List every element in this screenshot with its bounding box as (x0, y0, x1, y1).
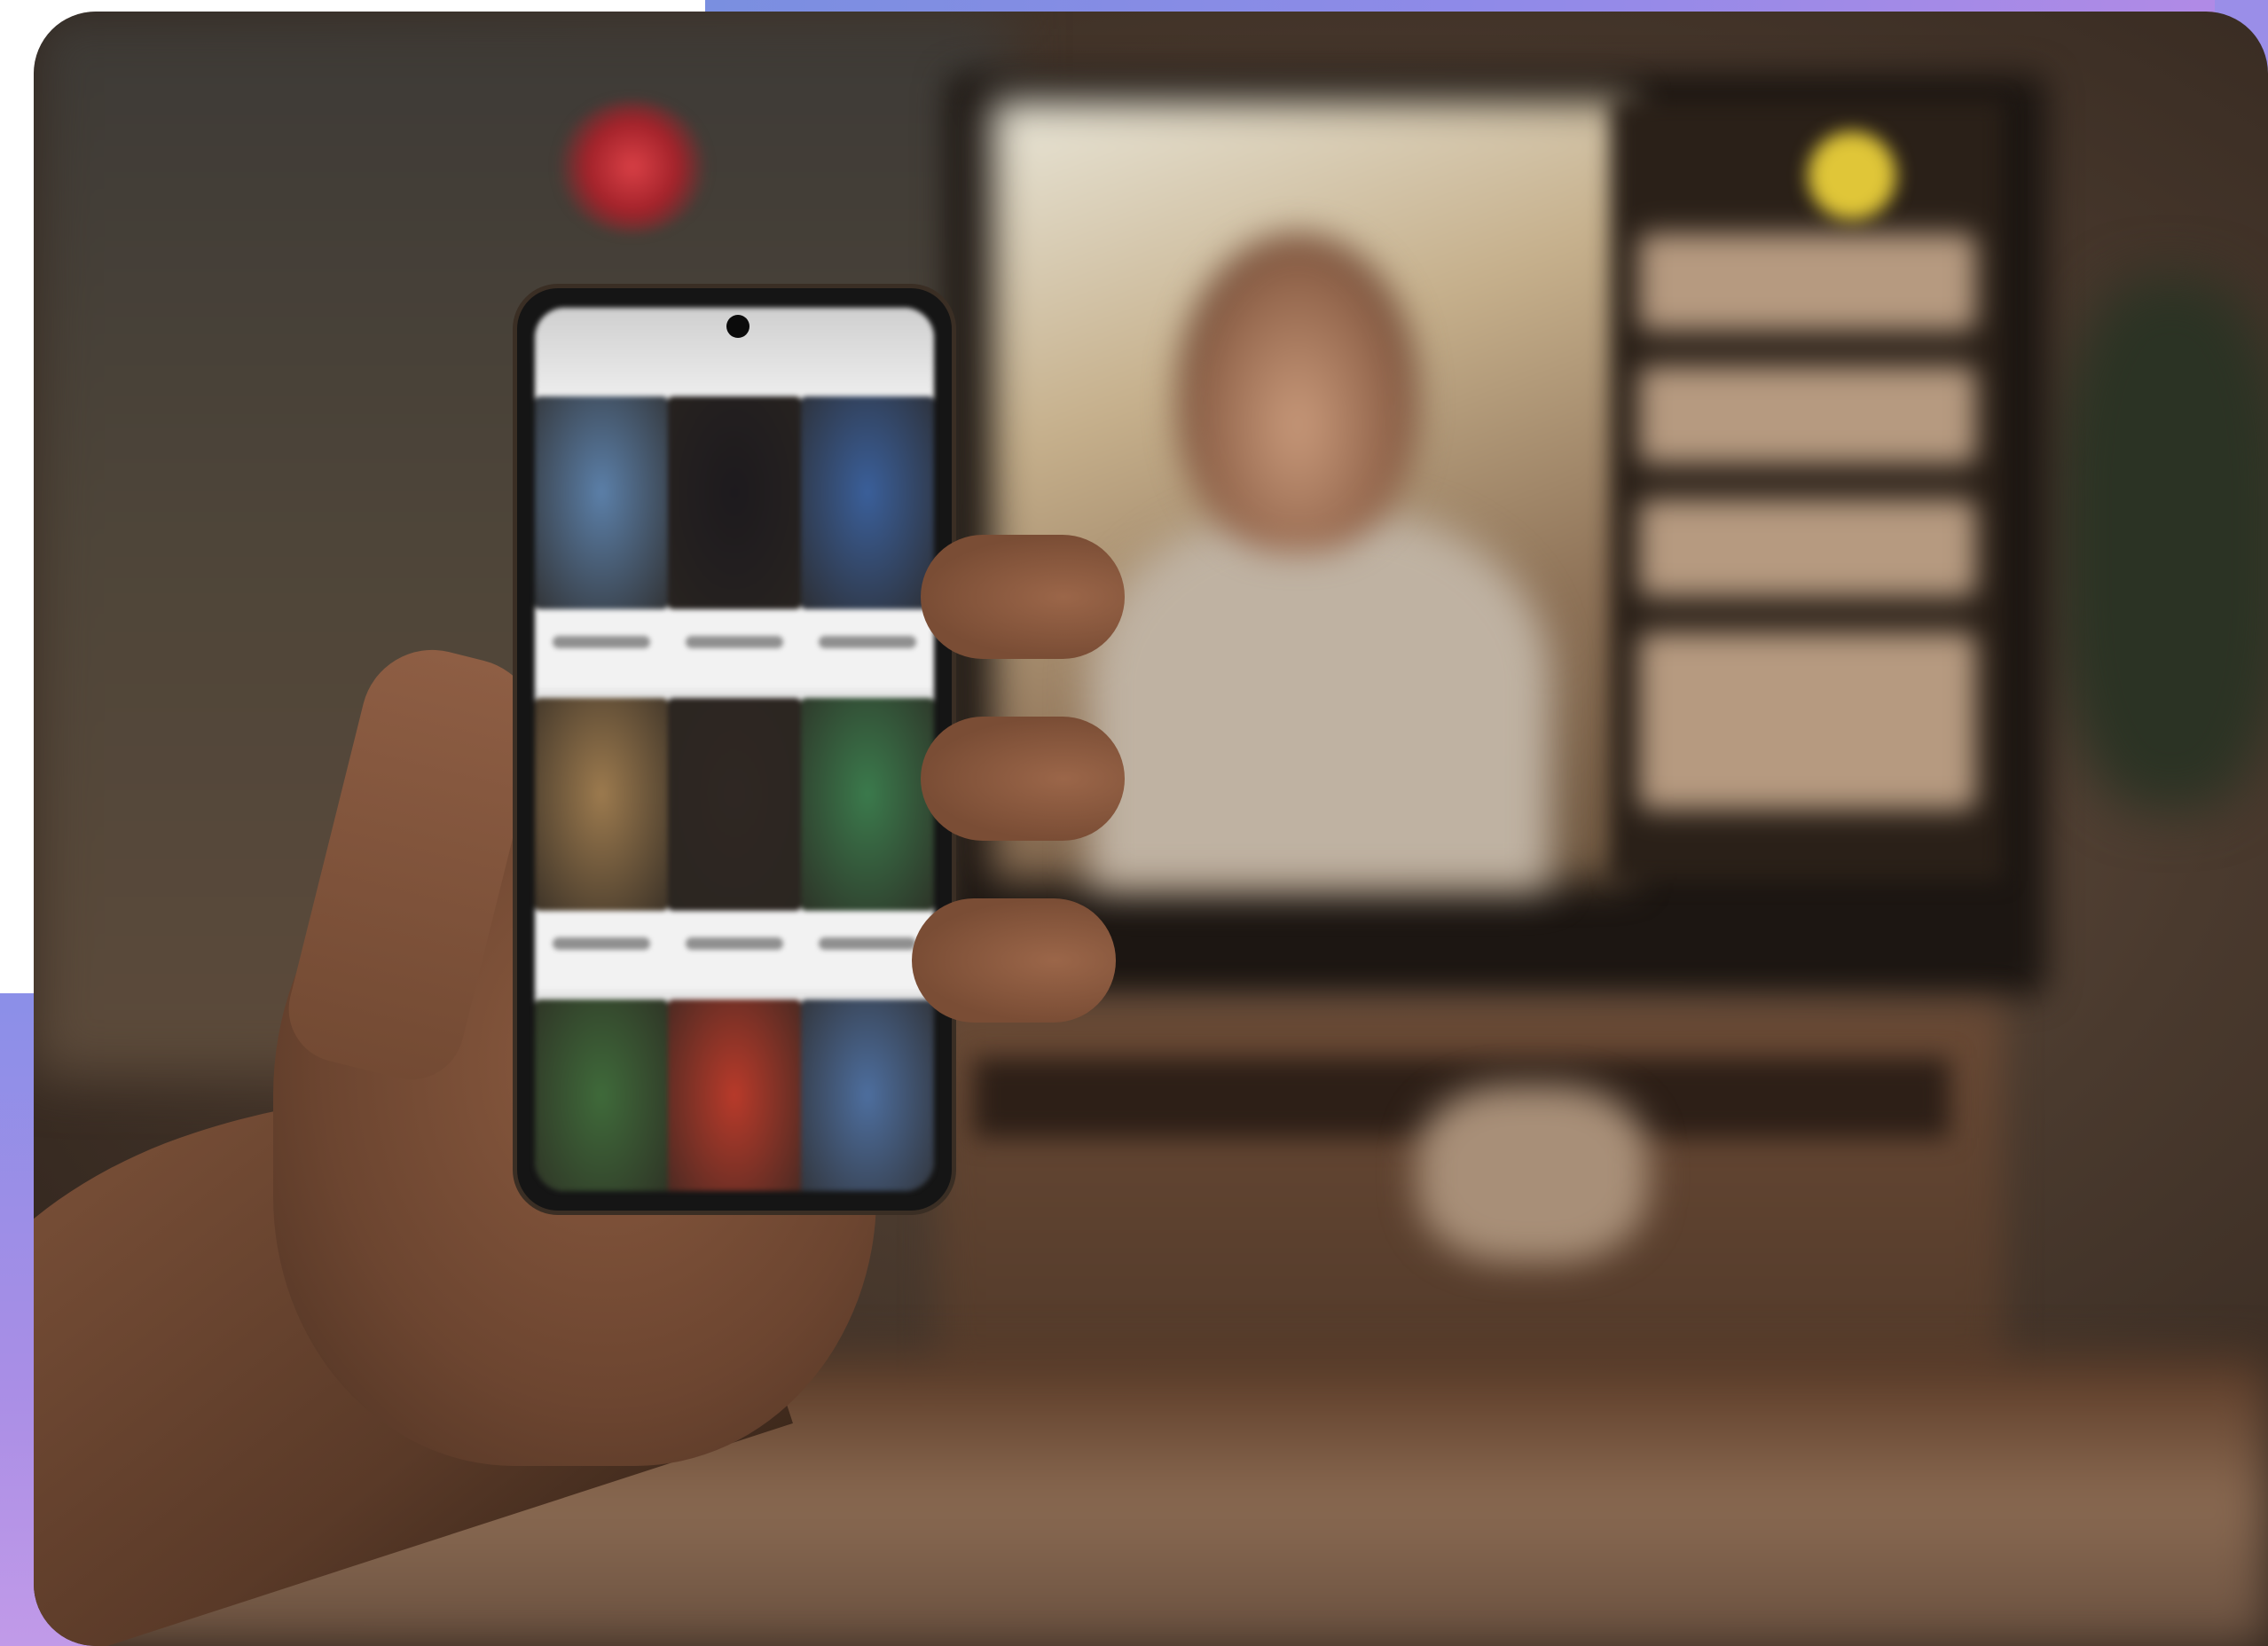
caption-text-placeholder (686, 937, 783, 950)
phone-thumbnail (668, 396, 801, 609)
caption-text-placeholder (686, 636, 783, 648)
hand-finger (921, 717, 1125, 841)
caption-text-placeholder (819, 636, 916, 648)
tv-side-panel (1613, 100, 2003, 881)
smartphone (517, 288, 952, 1211)
hero-photo (34, 12, 2268, 1646)
phone-thumbnail (801, 396, 934, 609)
phone-thumbnail (801, 999, 934, 1191)
phone-thumbnail (668, 698, 801, 911)
phone-thumbnail (801, 698, 934, 911)
cabinet-object (1417, 1085, 1648, 1262)
caption-text-placeholder (819, 937, 916, 950)
tv-person-body (1089, 508, 1550, 890)
tv-yellow-indicator (1808, 131, 1896, 220)
phone-screen (535, 308, 934, 1191)
phone-thumbnail (535, 999, 668, 1191)
tv-person-head (1178, 233, 1417, 553)
page (0, 0, 2268, 1646)
phone-thumbnail (668, 999, 801, 1191)
tv-panel-tile (1639, 499, 1976, 597)
phone-thumbnail (535, 396, 668, 609)
phone-caption-row (535, 609, 934, 689)
hand-finger (921, 535, 1125, 659)
phone-thumbnail (535, 698, 668, 911)
phone-caption-row (535, 911, 934, 991)
hand-finger (912, 898, 1116, 1023)
tv-panel-tile (1639, 233, 1976, 331)
caption-text-placeholder (553, 636, 650, 648)
tv-panel-tile (1639, 366, 1976, 464)
tv-panel-tile (1639, 632, 1976, 810)
front-camera-icon (726, 315, 749, 338)
background-plant (2056, 278, 2268, 810)
red-lamp-light (557, 100, 708, 233)
caption-text-placeholder (553, 937, 650, 950)
